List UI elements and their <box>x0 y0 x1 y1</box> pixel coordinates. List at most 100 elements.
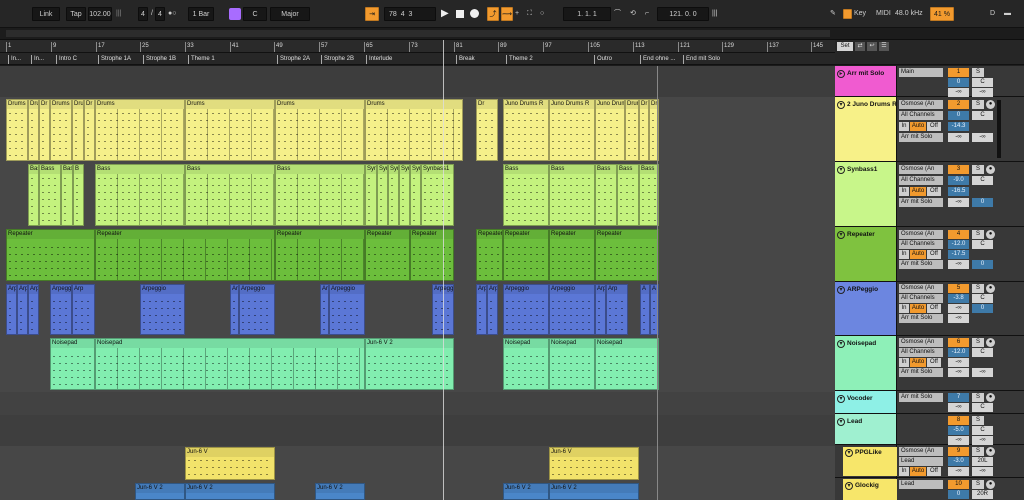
track-name-area[interactable]: ▸ Arr mit Solo <box>835 66 897 96</box>
track-name-area[interactable]: ▾ 2 Juno Drums R <box>835 97 897 161</box>
drums-clip[interactable]: Dr <box>39 99 50 161</box>
fold-icon[interactable]: ▾ <box>845 449 853 457</box>
locator[interactable]: Strophe 1B <box>143 55 176 64</box>
fold-icon[interactable]: ▸ <box>837 70 845 78</box>
key-map-button[interactable]: Key <box>854 7 872 21</box>
playhead[interactable] <box>443 40 444 500</box>
input-type-select[interactable]: Osmose (An <box>899 447 943 456</box>
monitor-off[interactable]: Off <box>927 250 941 259</box>
track-header-ppglike[interactable]: ▾ PPGLike Osmose (An Lead In Auto Off 9 S… <box>835 445 1024 478</box>
track-activator[interactable]: 2 <box>948 100 969 109</box>
send-b[interactable]: 0 <box>972 304 993 313</box>
noisepad-clip[interactable]: Noisepad <box>50 338 95 390</box>
track-activator[interactable]: 7 <box>948 393 969 402</box>
pencil-icon[interactable]: ✎ <box>830 7 840 21</box>
send-a[interactable]: -∞ <box>948 368 969 377</box>
repeater-clip[interactable]: Repeater <box>595 229 659 281</box>
track-name-area[interactable]: ▾ Synbass1 <box>835 162 897 226</box>
track-header-arr-mit-solo[interactable]: ▸ Arr mit Solo Main 1 S 0 C -∞ -∞ <box>835 66 1024 97</box>
arpeggio-clip[interactable]: Arc <box>230 284 239 335</box>
bass-clip[interactable]: Bass <box>549 164 595 226</box>
input-select[interactable]: Lead <box>899 480 943 489</box>
drums-clip[interactable]: Drums <box>95 99 185 161</box>
track-header-repeater[interactable]: ▾ Repeater Osmose (An All Channels In Aut… <box>835 227 1024 282</box>
input-channel-select[interactable]: All Channels <box>899 294 943 303</box>
monitor-in[interactable]: In <box>899 467 909 476</box>
volume-field[interactable]: -9.0 <box>948 176 969 185</box>
track-header-lead[interactable]: ▾ Lead 8 S -5.0 C -∞ -∞ <box>835 414 1024 445</box>
volume-field[interactable]: -12.0 <box>948 240 969 249</box>
return-toggle-icon[interactable]: ↩ <box>867 42 877 51</box>
solo-button[interactable]: S <box>972 68 984 77</box>
send-b[interactable]: -∞ <box>972 368 993 377</box>
locator[interactable]: In... <box>31 55 44 64</box>
track-header-synbass1[interactable]: ▾ Synbass1 Osmose (An All Channels In Aut… <box>835 162 1024 227</box>
loop-switch-icon[interactable]: ⟲ <box>630 7 642 21</box>
drums-clip[interactable]: Juno Drums R <box>549 99 595 161</box>
lane-vocoder[interactable] <box>0 392 835 415</box>
key-root-select[interactable]: C <box>243 7 267 21</box>
pan-field[interactable]: C <box>972 294 993 303</box>
bass-clip[interactable]: Syn <box>377 164 388 226</box>
track-name-area[interactable]: ▾ PPGLike <box>835 445 897 477</box>
bass-clip[interactable]: Bass <box>275 164 365 226</box>
tempo-nudge-icon[interactable]: ||| <box>116 7 126 21</box>
locator[interactable]: Theme 1 <box>188 55 215 64</box>
stop-icon[interactable] <box>456 10 464 18</box>
lane-glockig[interactable]: Jun-6 V 2 Jun-6 V 2 Jun-6 V 2 Jun-6 V 2 … <box>0 482 835 500</box>
track-activator[interactable]: 9 <box>948 447 969 456</box>
track-header-noisepad[interactable]: ▾ Noisepad Osmose (An All Channels In Aut… <box>835 336 1024 391</box>
arpeggio-clip[interactable]: Arpeggio <box>503 284 549 335</box>
volume-field[interactable]: -3.8 <box>948 294 969 303</box>
pan-field[interactable]: C <box>972 426 993 435</box>
ppglike-clip[interactable]: Jun-6 V <box>549 447 639 480</box>
track-activator[interactable]: 1 <box>948 68 969 77</box>
arrangement-view[interactable]: Drums Dru Dr Drums Dru Dr Drums Drums Dr… <box>0 66 835 500</box>
locator[interactable]: Break <box>456 55 475 64</box>
monitor-auto[interactable]: Auto <box>910 358 926 367</box>
bass-clip[interactable]: B <box>73 164 84 226</box>
monitor-in[interactable]: In <box>899 358 909 367</box>
send-a[interactable]: -∞ <box>948 436 969 445</box>
monitor-auto[interactable]: Auto <box>910 304 926 313</box>
overview-window[interactable] <box>6 30 830 37</box>
follow-button[interactable]: ⇥ <box>365 7 379 21</box>
bass-clip[interactable]: Bas <box>28 164 39 226</box>
arm-button[interactable]: ● <box>986 100 995 109</box>
arm-button[interactable]: ● <box>986 230 995 239</box>
send-b[interactable]: -∞ <box>972 133 993 142</box>
volume-field[interactable]: 0 <box>948 490 969 499</box>
track-activator[interactable]: 5 <box>948 284 969 293</box>
repeater-clip[interactable]: Repeater <box>476 229 503 281</box>
output-select[interactable]: Arr mit Solo <box>899 133 943 142</box>
loop-start-field[interactable]: 1. 1. 1 <box>563 7 611 21</box>
bass-clip[interactable]: Bass <box>185 164 275 226</box>
punch-out-icon[interactable]: ⌐ <box>645 7 655 21</box>
monitor-off[interactable]: Off <box>927 467 941 476</box>
scale-mode-icon[interactable] <box>229 8 241 20</box>
drums-clip[interactable]: Drums <box>185 99 275 161</box>
arpeggio-clip[interactable]: Arp <box>17 284 28 335</box>
lane-arpeggio[interactable]: Arp Arp Arp Arpeggio Arp Arpeggio Arc Ar… <box>0 283 835 337</box>
monitor-auto[interactable]: Auto <box>910 467 926 476</box>
arpeggio-clip[interactable]: A <box>640 284 650 335</box>
bass-clip[interactable]: Syn <box>410 164 421 226</box>
glockig-clip[interactable]: Jun-6 V 2 <box>503 483 549 500</box>
arm-button[interactable]: ● <box>986 284 995 293</box>
locator[interactable]: Theme 2 <box>506 55 533 64</box>
track-name-area[interactable]: ▾ Glockig <box>835 478 897 500</box>
bass-clip[interactable]: Bass <box>617 164 639 226</box>
arpeggio-clip[interactable]: Arp <box>28 284 39 335</box>
send-b[interactable]: -∞ <box>972 88 993 97</box>
send-a[interactable]: -∞ <box>948 133 969 142</box>
solo-button[interactable]: S <box>972 416 984 425</box>
drums-clip[interactable]: Drums <box>6 99 28 161</box>
scale-select[interactable]: Major <box>270 7 310 21</box>
drums-clip[interactable]: Dru <box>28 99 39 161</box>
arpeggio-clip[interactable]: Arp <box>595 284 606 335</box>
output-select[interactable]: Main <box>899 68 943 77</box>
repeater-clip[interactable]: Repeater <box>365 229 410 281</box>
glockig-clip[interactable]: Jun-6 V 2 <box>549 483 639 500</box>
drums-clip[interactable]: Drums <box>275 99 365 161</box>
midi-map-button[interactable]: MIDI <box>876 7 894 21</box>
